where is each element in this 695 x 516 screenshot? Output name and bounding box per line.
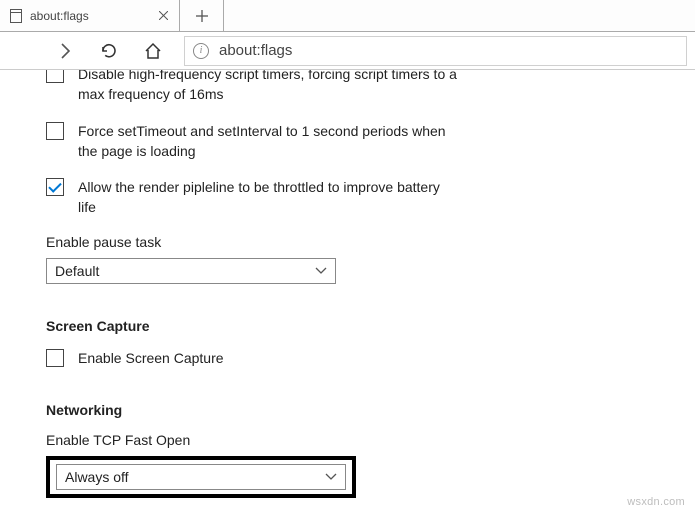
highlighted-tcp-dropdown: Always off [46, 456, 356, 498]
tab-document-icon [10, 9, 22, 23]
label-enable-pause-task: Enable pause task [46, 234, 649, 250]
refresh-button[interactable] [96, 38, 122, 64]
dropdown-tcp-fast-open[interactable]: Always off [56, 464, 346, 490]
address-bar-text: about:flags [219, 42, 292, 59]
section-screen-capture: Screen Capture [46, 318, 649, 334]
checkbox-high-freq-timers[interactable] [46, 70, 64, 83]
site-info-icon[interactable]: i [193, 43, 209, 59]
section-networking: Networking [46, 402, 649, 418]
label-high-freq-timers: Disable high-frequency script timers, fo… [78, 70, 458, 105]
home-button[interactable] [140, 38, 166, 64]
dropdown-pause-value: Default [55, 263, 99, 279]
dropdown-tcp-value: Always off [65, 469, 129, 485]
label-force-timeout: Force setTimeout and setInterval to 1 se… [78, 121, 458, 162]
checkbox-enable-screen-capture[interactable] [46, 349, 64, 367]
label-tcp-fast-open: Enable TCP Fast Open [46, 432, 649, 448]
watermark-text: wsxdn.com [627, 496, 685, 508]
tab-close-button[interactable] [158, 10, 169, 21]
address-bar[interactable]: i about:flags [184, 36, 687, 66]
chevron-down-icon [315, 267, 327, 275]
new-tab-button[interactable] [180, 0, 224, 31]
label-render-pipeline: Allow the render pipleline to be throttl… [78, 177, 458, 218]
checkbox-force-timeout[interactable] [46, 122, 64, 140]
browser-tab[interactable]: about:flags [0, 0, 180, 31]
checkbox-render-pipeline[interactable] [46, 178, 64, 196]
tab-title: about:flags [30, 9, 150, 23]
chevron-down-icon [325, 473, 337, 481]
label-enable-screen-capture: Enable Screen Capture [78, 348, 224, 368]
forward-button[interactable] [52, 38, 78, 64]
dropdown-enable-pause-task[interactable]: Default [46, 258, 336, 284]
